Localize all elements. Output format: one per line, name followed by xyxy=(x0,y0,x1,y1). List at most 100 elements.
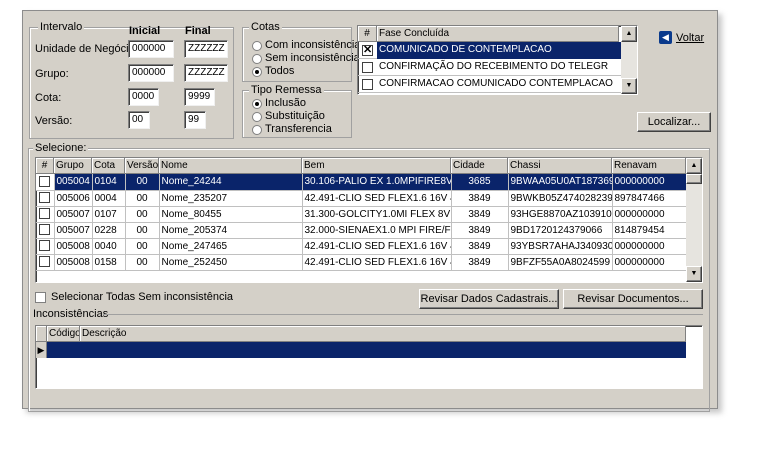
col-versao[interactable]: Versão xyxy=(125,158,159,174)
fase-item[interactable]: CONFIRMAÇÃO DO RECEBIMENTO DO TELEGR xyxy=(358,59,621,76)
substituicao-label: Substituição xyxy=(265,110,325,122)
table-row[interactable]: 005007 0107 00 Nome_80455 31.300-GOLCITY… xyxy=(36,206,687,223)
col-grupo[interactable]: Grupo xyxy=(54,158,92,174)
row-checkbox[interactable] xyxy=(39,256,51,268)
inc-col-indicator xyxy=(36,326,47,342)
table-row[interactable]: 005008 0040 00 Nome_247465 42.491-CLIO S… xyxy=(36,238,687,255)
cell-grupo: 005004 xyxy=(54,174,93,191)
col-cidade[interactable]: Cidade xyxy=(451,158,508,174)
inc-col-descricao[interactable]: Descrição xyxy=(80,326,686,342)
col-bem[interactable]: Bem xyxy=(302,158,451,174)
com-inconsistencia-label: Com inconsistência xyxy=(265,39,361,51)
table-row[interactable]: 005007 0228 00 Nome_205374 32.000-SIENAE… xyxy=(36,222,687,239)
cell-cota: 0040 xyxy=(92,238,126,255)
radio-inclusao[interactable] xyxy=(252,99,262,109)
grid-scroll-down[interactable]: ▼ xyxy=(686,266,702,282)
versao-inicial-input[interactable]: 00 xyxy=(128,111,150,129)
cell-versao: 00 xyxy=(125,238,160,255)
radio-todos[interactable] xyxy=(252,67,262,77)
table-row[interactable]: 005006 0004 00 Nome_235207 42.491-CLIO S… xyxy=(36,190,687,207)
cell-versao: 00 xyxy=(125,190,160,207)
fase-col-fase[interactable]: Fase Concluída xyxy=(377,26,619,42)
col-renavam[interactable]: Renavam xyxy=(612,158,686,174)
select-all-checkbox[interactable] xyxy=(35,291,46,303)
fase-checkbox[interactable] xyxy=(362,44,373,56)
fase-item[interactable]: CONFIRMACAO COMUNICADO CONTEMPLACAO xyxy=(358,76,621,93)
selecione-legend: Selecione: xyxy=(33,142,89,154)
table-row[interactable]: 005004 0104 00 Nome_24244 30.106-PALIO E… xyxy=(36,174,687,191)
cell-cidade: 3849 xyxy=(451,254,509,271)
cell-nome: Nome_252450 xyxy=(159,254,303,271)
inconsistencias-grid: Código Descrição ▶ xyxy=(35,325,703,389)
row-checkbox[interactable] xyxy=(39,208,51,220)
cell-bem: 42.491-CLIO SED FLEX1.6 16V 4P xyxy=(302,190,452,207)
fase-scroll-up[interactable]: ▲ xyxy=(621,26,637,42)
fase-checkbox[interactable] xyxy=(362,78,373,90)
radio-transferencia[interactable] xyxy=(252,125,262,135)
cell-bem: 32.000-SIENAEX1.0 MPI FIRE/F8V xyxy=(302,222,452,239)
grid-scroll-thumb[interactable] xyxy=(686,174,702,184)
row-checkbox[interactable] xyxy=(39,176,51,188)
fase-col-hash: # xyxy=(358,26,377,42)
cell-chassi: 9BFZF55A0A8024599 xyxy=(508,254,613,271)
cell-renavam: 897847466 xyxy=(612,190,687,207)
cell-chassi: 9BWAA05U0AT187369 xyxy=(508,174,613,191)
cell-nome: Nome_205374 xyxy=(159,222,303,239)
col-nome[interactable]: Nome xyxy=(159,158,302,174)
cell-renavam: 000000000 xyxy=(612,254,687,271)
todos-label: Todos xyxy=(265,65,295,77)
grupo-inicial-input[interactable]: 000000 xyxy=(128,64,174,82)
cell-grupo: 005007 xyxy=(54,206,93,223)
row-checkbox[interactable] xyxy=(39,224,51,236)
grid-scroll-track[interactable] xyxy=(686,174,702,266)
radio-substituicao[interactable] xyxy=(252,112,262,122)
col-cota[interactable]: Cota xyxy=(92,158,125,174)
inc-col-codigo[interactable]: Código xyxy=(47,326,80,342)
cell-cidade: 3849 xyxy=(451,190,509,207)
revisar-documentos-button[interactable]: Revisar Documentos... xyxy=(563,289,703,309)
voltar-button[interactable]: ◀ Voltar xyxy=(659,31,704,44)
sem-inconsistencia-label: Sem inconsistência xyxy=(265,52,360,64)
grupo-final-input[interactable]: ZZZZZZ xyxy=(184,64,228,82)
cell-grupo: 005008 xyxy=(54,238,93,255)
grid-scroll-up[interactable]: ▲ xyxy=(686,158,702,174)
inconsistencias-title: Inconsistências xyxy=(33,308,109,320)
row-checkbox[interactable] xyxy=(39,240,51,252)
cell-bem: 42.491-CLIO SED FLEX1.6 16V 4P xyxy=(302,238,452,255)
fase-scroll-track[interactable] xyxy=(621,42,637,78)
inconsistencia-row[interactable] xyxy=(47,342,686,358)
inicial-header: Inicial xyxy=(129,25,161,37)
cell-cota: 0104 xyxy=(92,174,126,191)
fase-item[interactable]: COMUNICADO DE CONTEMPLACAO xyxy=(358,41,621,59)
col-hash[interactable]: # xyxy=(36,158,54,174)
row-pointer-icon: ▶ xyxy=(36,342,47,358)
cell-chassi: 93YBSR7AHAJ340930 xyxy=(508,238,613,255)
cotas-legend: Cotas xyxy=(249,21,282,33)
fase-scroll-down[interactable]: ▼ xyxy=(621,78,637,94)
unidade-inicial-input[interactable]: 000000 xyxy=(128,40,174,58)
inconsistencias-divider xyxy=(103,314,703,315)
cell-cidade: 3849 xyxy=(451,222,509,239)
unidade-final-input[interactable]: ZZZZZZ xyxy=(184,40,228,58)
select-all-option[interactable]: Selecionar Todas Sem inconsistência xyxy=(35,291,233,303)
fase-checkbox[interactable] xyxy=(362,61,373,73)
col-chassi[interactable]: Chassi xyxy=(508,158,612,174)
cell-versao: 00 xyxy=(125,174,160,191)
cotas-grid-body: 005004 0104 00 Nome_24244 30.106-PALIO E… xyxy=(36,174,687,271)
cota-final-input[interactable]: 9999 xyxy=(184,88,215,106)
select-all-label: Selecionar Todas Sem inconsistência xyxy=(51,291,234,303)
localizar-button[interactable]: Localizar... xyxy=(637,112,711,132)
revisar-dados-button[interactable]: Revisar Dados Cadastrais... xyxy=(419,289,559,309)
fase-item-label: CONFIRMACAO COMUNICADO CONTEMPLACAO xyxy=(379,78,613,89)
cell-versao: 00 xyxy=(125,206,160,223)
cota-inicial-input[interactable]: 0000 xyxy=(128,88,159,106)
radio-com-inconsistencia[interactable] xyxy=(252,41,262,51)
row-checkbox[interactable] xyxy=(39,192,51,204)
unidade-label: Unidade de Negócio: xyxy=(35,43,138,55)
final-header: Final xyxy=(185,25,211,37)
radio-sem-inconsistencia[interactable] xyxy=(252,54,262,64)
versao-final-input[interactable]: 99 xyxy=(184,111,206,129)
cell-chassi: 93HGE8870AZ103910 xyxy=(508,206,613,223)
cell-bem: 31.300-GOLCITY1.0MI FLEX 8V 4P xyxy=(302,206,452,223)
table-row[interactable]: 005008 0158 00 Nome_252450 42.491-CLIO S… xyxy=(36,254,687,271)
